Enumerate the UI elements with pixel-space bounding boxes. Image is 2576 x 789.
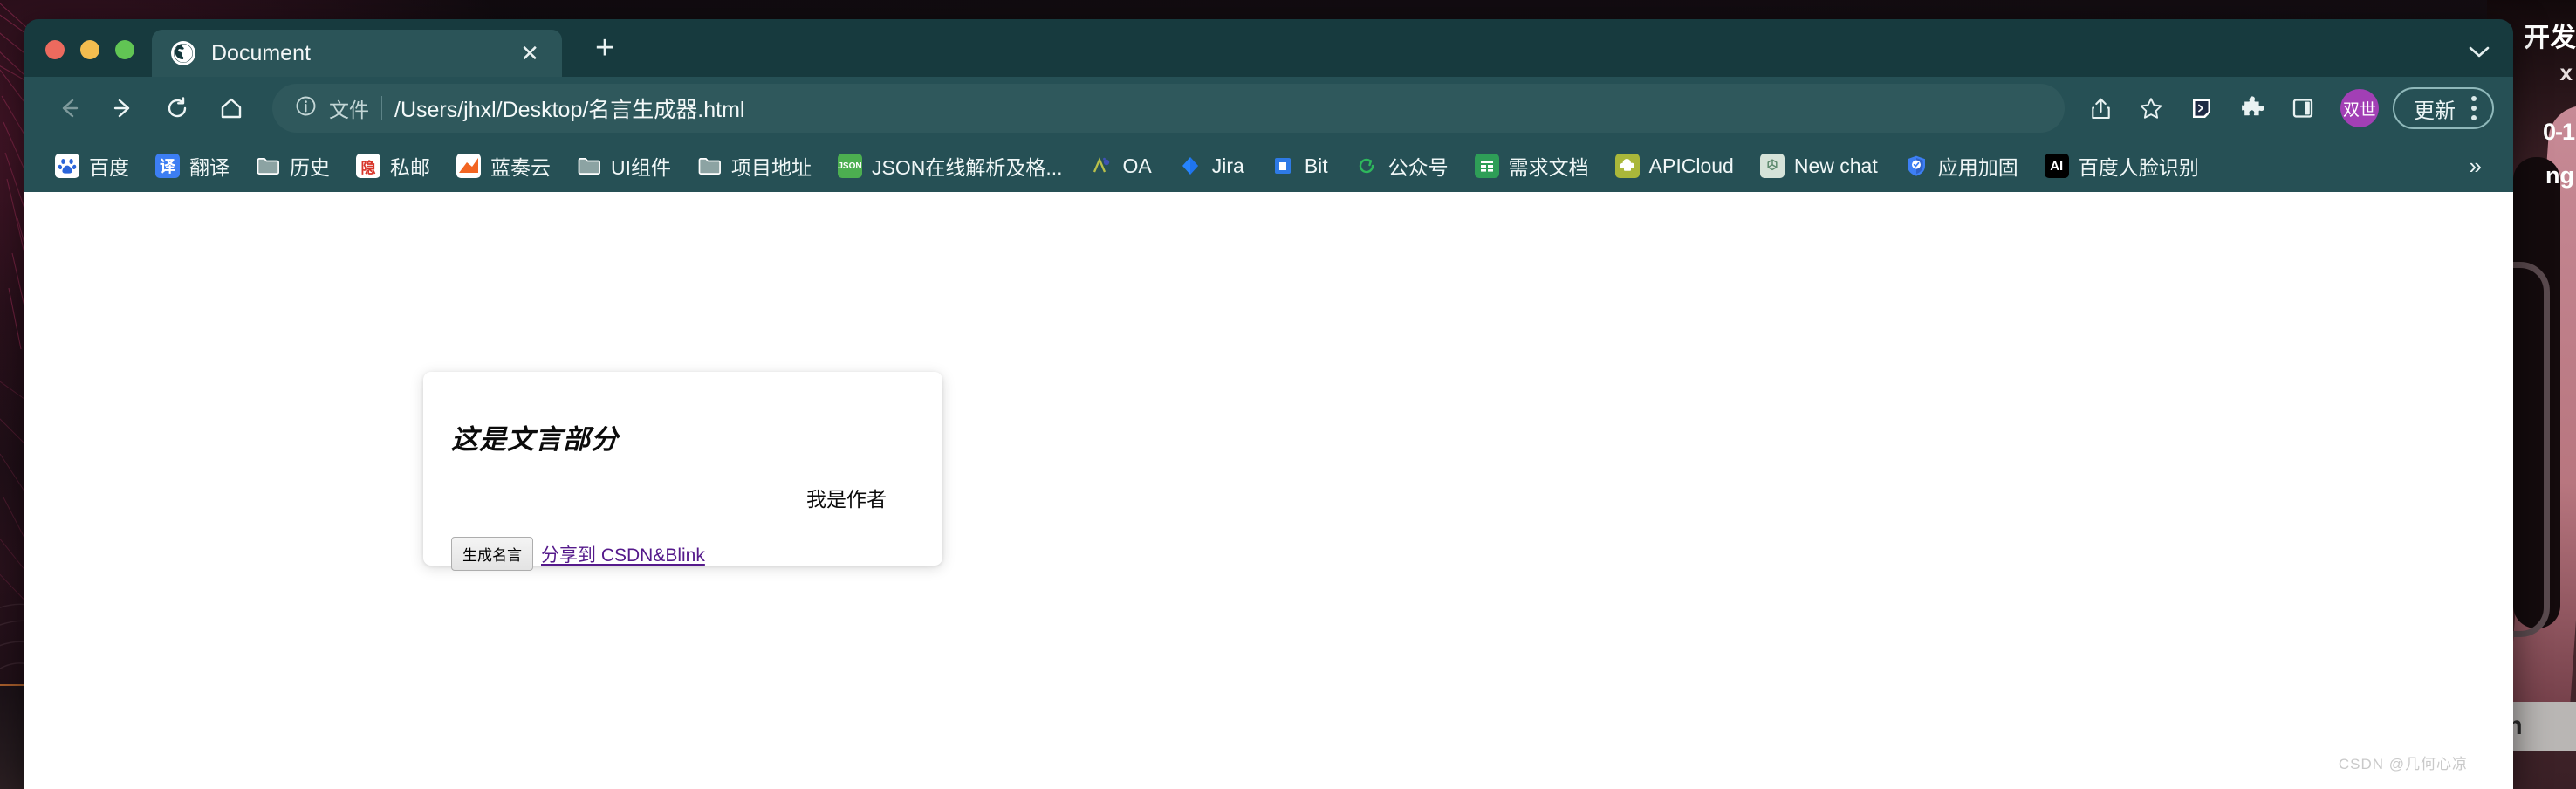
globe-icon	[171, 41, 195, 65]
csdn-watermark: CSDN @几何心凉	[2338, 756, 2468, 772]
page-viewport: 这是文言部分 我是作者 生成名言 分享到 CSDN&Blink CSDN @几何…	[24, 192, 2513, 789]
bookmark-label: 项目地址	[731, 156, 812, 179]
maximize-window-button[interactable]	[115, 40, 134, 59]
bookmark-label: 百度	[89, 156, 129, 179]
author-text: 我是作者	[806, 488, 887, 511]
openai-icon	[1759, 154, 1785, 178]
bookmark-lanzou-cloud[interactable]: 蓝奏云	[445, 146, 562, 186]
folder-icon	[697, 154, 722, 178]
browser-window: Document ✕ + 文件 /Users/jhxl/Desktop/名言生成…	[24, 19, 2513, 789]
bookmark-baidu-face-recognition[interactable]: AI 百度人脸识别	[2033, 146, 2210, 186]
quote-text: 这是文言部分	[451, 424, 619, 455]
home-button[interactable]	[206, 83, 257, 134]
bookmark-label: JSON在线解析及格...	[872, 156, 1063, 179]
sheets-icon	[1474, 154, 1499, 178]
kebab-menu-icon[interactable]	[2471, 96, 2477, 120]
bookmark-app-hardening[interactable]: 应用加固	[1893, 146, 2030, 186]
oa-icon	[1089, 154, 1113, 178]
minimize-window-button[interactable]	[80, 40, 99, 59]
tab-title: Document	[211, 40, 311, 65]
shield-check-icon	[1904, 154, 1929, 178]
bookmark-label: UI组件	[611, 156, 671, 179]
tab-strip: Document ✕ +	[24, 19, 2513, 77]
window-traffic-lights	[24, 40, 152, 77]
ai-icon: AI	[2044, 154, 2069, 178]
bookmark-baidu[interactable]: 百度	[44, 146, 140, 186]
bookmark-label: 蓝奏云	[490, 156, 551, 179]
bookmark-label: Bit	[1304, 154, 1328, 177]
bookmarks-bar: 百度 译 翻译 历史 隐 私邮 蓝奏云 UI组件 项目地址 JSON JSON在…	[24, 140, 2513, 192]
folder-icon	[577, 154, 601, 178]
bookmark-label: 历史	[290, 156, 330, 179]
puzzle-icon[interactable]	[2229, 85, 2276, 132]
bookmark-label: 需求文档	[1508, 156, 1589, 179]
update-button-label: 更新	[2414, 99, 2456, 123]
bookmark-label: 公众号	[1387, 156, 1449, 179]
bookmark-label: OA	[1122, 154, 1152, 177]
bookmark-project-address[interactable]: 项目地址	[686, 146, 823, 186]
bookmark-label: 私邮	[390, 156, 430, 179]
info-circle-icon[interactable]	[295, 95, 317, 121]
lanzou-cloud-icon	[456, 154, 481, 178]
bookmark-jira[interactable]: Jira	[1167, 148, 1256, 183]
folder-icon	[256, 154, 280, 178]
close-window-button[interactable]	[45, 40, 65, 59]
update-button[interactable]: 更新	[2393, 87, 2494, 129]
url-scheme-label: 文件	[329, 99, 369, 121]
share-csdn-blink-link[interactable]: 分享到 CSDN&Blink	[541, 541, 705, 567]
bookmarks-overflow-button[interactable]: »	[2457, 149, 2494, 183]
address-bar[interactable]: 文件 /Users/jhxl/Desktop/名言生成器.html	[272, 84, 2065, 133]
quote-card: 这是文言部分 我是作者 生成名言 分享到 CSDN&Blink	[423, 372, 942, 571]
desktop-text-2: ng	[2545, 162, 2574, 189]
side-panel-icon[interactable]	[2279, 85, 2326, 132]
desktop-text-4: x	[2559, 59, 2573, 86]
bookmark-label: New chat	[1793, 154, 1878, 177]
baidu-paw-icon	[55, 154, 79, 178]
translate-icon: 译	[155, 154, 180, 178]
browser-toolbar: 文件 /Users/jhxl/Desktop/名言生成器.html 双世 更新	[24, 77, 2513, 140]
bookmark-requirement-doc[interactable]: 需求文档	[1463, 146, 1600, 186]
apicloud-icon	[1614, 154, 1640, 178]
bookmark-history-folder[interactable]: 历史	[244, 146, 341, 186]
bookmark-wechat-official[interactable]: 公众号	[1343, 146, 1460, 186]
bit-icon	[1271, 154, 1295, 178]
bookmark-ui-components[interactable]: UI组件	[565, 146, 682, 186]
avatar[interactable]: 双世	[2340, 89, 2379, 127]
back-button[interactable]	[44, 83, 94, 134]
card-actions: 生成名言 分享到 CSDN&Blink	[451, 537, 911, 571]
share-icon[interactable]	[2077, 85, 2124, 132]
close-tab-icon[interactable]: ✕	[511, 37, 548, 70]
bookmark-json-parser[interactable]: JSON JSON在线解析及格...	[826, 146, 1074, 186]
bookmark-apicloud[interactable]: APICloud	[1604, 148, 1745, 183]
bookmark-label: 应用加固	[1937, 156, 2018, 179]
bookmark-label: 百度人脸识别	[2078, 156, 2199, 179]
chevron-down-icon[interactable]	[2468, 38, 2490, 65]
bookmark-new-chat[interactable]: New chat	[1749, 148, 1889, 183]
jira-icon	[1178, 154, 1202, 178]
bookmark-star-icon[interactable]	[2127, 85, 2175, 132]
bookmark-label: 翻译	[189, 156, 230, 179]
tab-document[interactable]: Document ✕	[152, 30, 562, 77]
json-icon: JSON	[838, 154, 862, 178]
bookmark-label: Jira	[1211, 154, 1244, 177]
bookmark-label: APICloud	[1648, 154, 1734, 177]
private-mail-icon: 隐	[356, 154, 380, 178]
devtools-extension-icon[interactable]	[2178, 85, 2225, 132]
bookmark-private-mail[interactable]: 隐 私邮	[345, 146, 442, 186]
bookmark-oa[interactable]: OA	[1078, 148, 1163, 183]
bookmark-bit[interactable]: Bit	[1259, 148, 1339, 183]
bookmark-translate[interactable]: 译 翻译	[144, 146, 241, 186]
url-text[interactable]: /Users/jhxl/Desktop/名言生成器.html	[394, 93, 744, 124]
new-tab-button[interactable]: +	[585, 28, 625, 68]
reload-button[interactable]	[152, 83, 202, 134]
omnibox-divider	[381, 96, 382, 120]
desktop-text-3: 开发	[2524, 24, 2576, 52]
generate-quote-button[interactable]: 生成名言	[451, 537, 533, 571]
forward-button[interactable]	[98, 83, 148, 134]
desktop-text-1: 0-1	[2542, 119, 2575, 145]
wechat-official-icon	[1354, 154, 1379, 178]
